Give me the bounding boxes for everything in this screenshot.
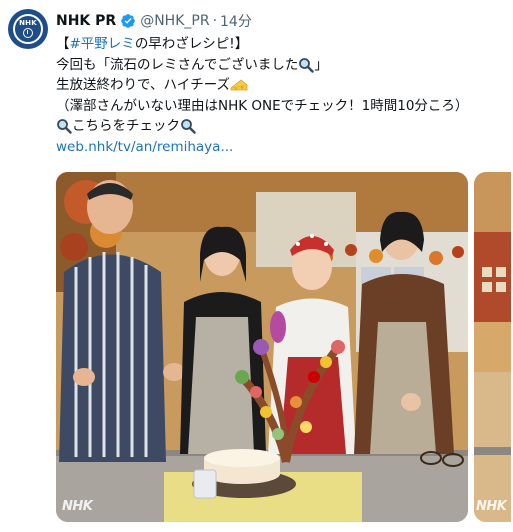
magnifying-glass-emoji-icon	[299, 57, 315, 73]
tweet-line-5: こちらをチェック	[56, 116, 508, 137]
tweet-line-2: 今回も「流石のレミさんでございました 」	[56, 55, 508, 76]
tweet-line-1: 【 #平野レミ の早わざレシピ!】	[56, 34, 508, 55]
tweet-line-2-text: 今回も「流石のレミさんでございました	[56, 56, 299, 73]
photo-next[interactable]: NHK	[474, 172, 511, 522]
tweet-line-3: 生放送終わりで、ハイチーズ	[56, 75, 508, 96]
nhk-logo-text: NHK	[19, 19, 37, 27]
clock-icon	[23, 28, 33, 38]
timestamp[interactable]: 14分	[220, 11, 252, 31]
photo-main[interactable]: NHK	[56, 172, 468, 522]
tweet-line-1-rest: の早わざレシピ!】	[134, 36, 249, 52]
nhk-logo: NHK	[13, 14, 43, 44]
tweet-header: NHK PR @NHK_PR · 14分	[56, 11, 252, 31]
tweet-body: 【 #平野レミ の早わざレシピ!】 今回も「流石のレミさんでございました 」 生…	[56, 34, 508, 157]
avatar[interactable]: NHK	[8, 9, 48, 49]
tweet-line-5-text: こちらをチェック	[72, 118, 180, 134]
nhk-watermark: NHK	[62, 499, 93, 514]
magnifying-glass-emoji-icon	[57, 119, 72, 134]
nhk-watermark-next: NHK	[476, 499, 507, 514]
tweet-line-2-close: 」	[314, 56, 328, 73]
bracket-open: 【	[56, 36, 70, 52]
studio-photo	[56, 172, 468, 522]
url-link[interactable]: web.nhk/tv/an/remihaya...	[56, 137, 233, 158]
tweet-line-3-text: 生放送終わりで、ハイチーズ	[56, 77, 231, 93]
studio-photo-next	[474, 172, 511, 522]
verified-badge-icon	[121, 14, 136, 28]
hashtag-link[interactable]: #平野レミ	[70, 34, 135, 55]
separator-dot: ·	[212, 13, 218, 29]
tweet-line-6: web.nhk/tv/an/remihaya...	[56, 137, 508, 158]
cheese-emoji-icon	[230, 79, 248, 91]
magnifying-glass-emoji-icon	[181, 119, 196, 134]
tweet-line-4: （澤部さんがいない理由はNHK ONEでチェック！1時間10分ころ）	[56, 96, 508, 117]
display-name[interactable]: NHK PR	[56, 13, 116, 29]
tweet-line-4-text: （澤部さんがいない理由はNHK ONEでチェック！1時間10分ころ）	[56, 97, 469, 114]
media-carousel: NHK NHK	[56, 170, 511, 522]
handle[interactable]: @NHK_PR	[140, 13, 209, 29]
